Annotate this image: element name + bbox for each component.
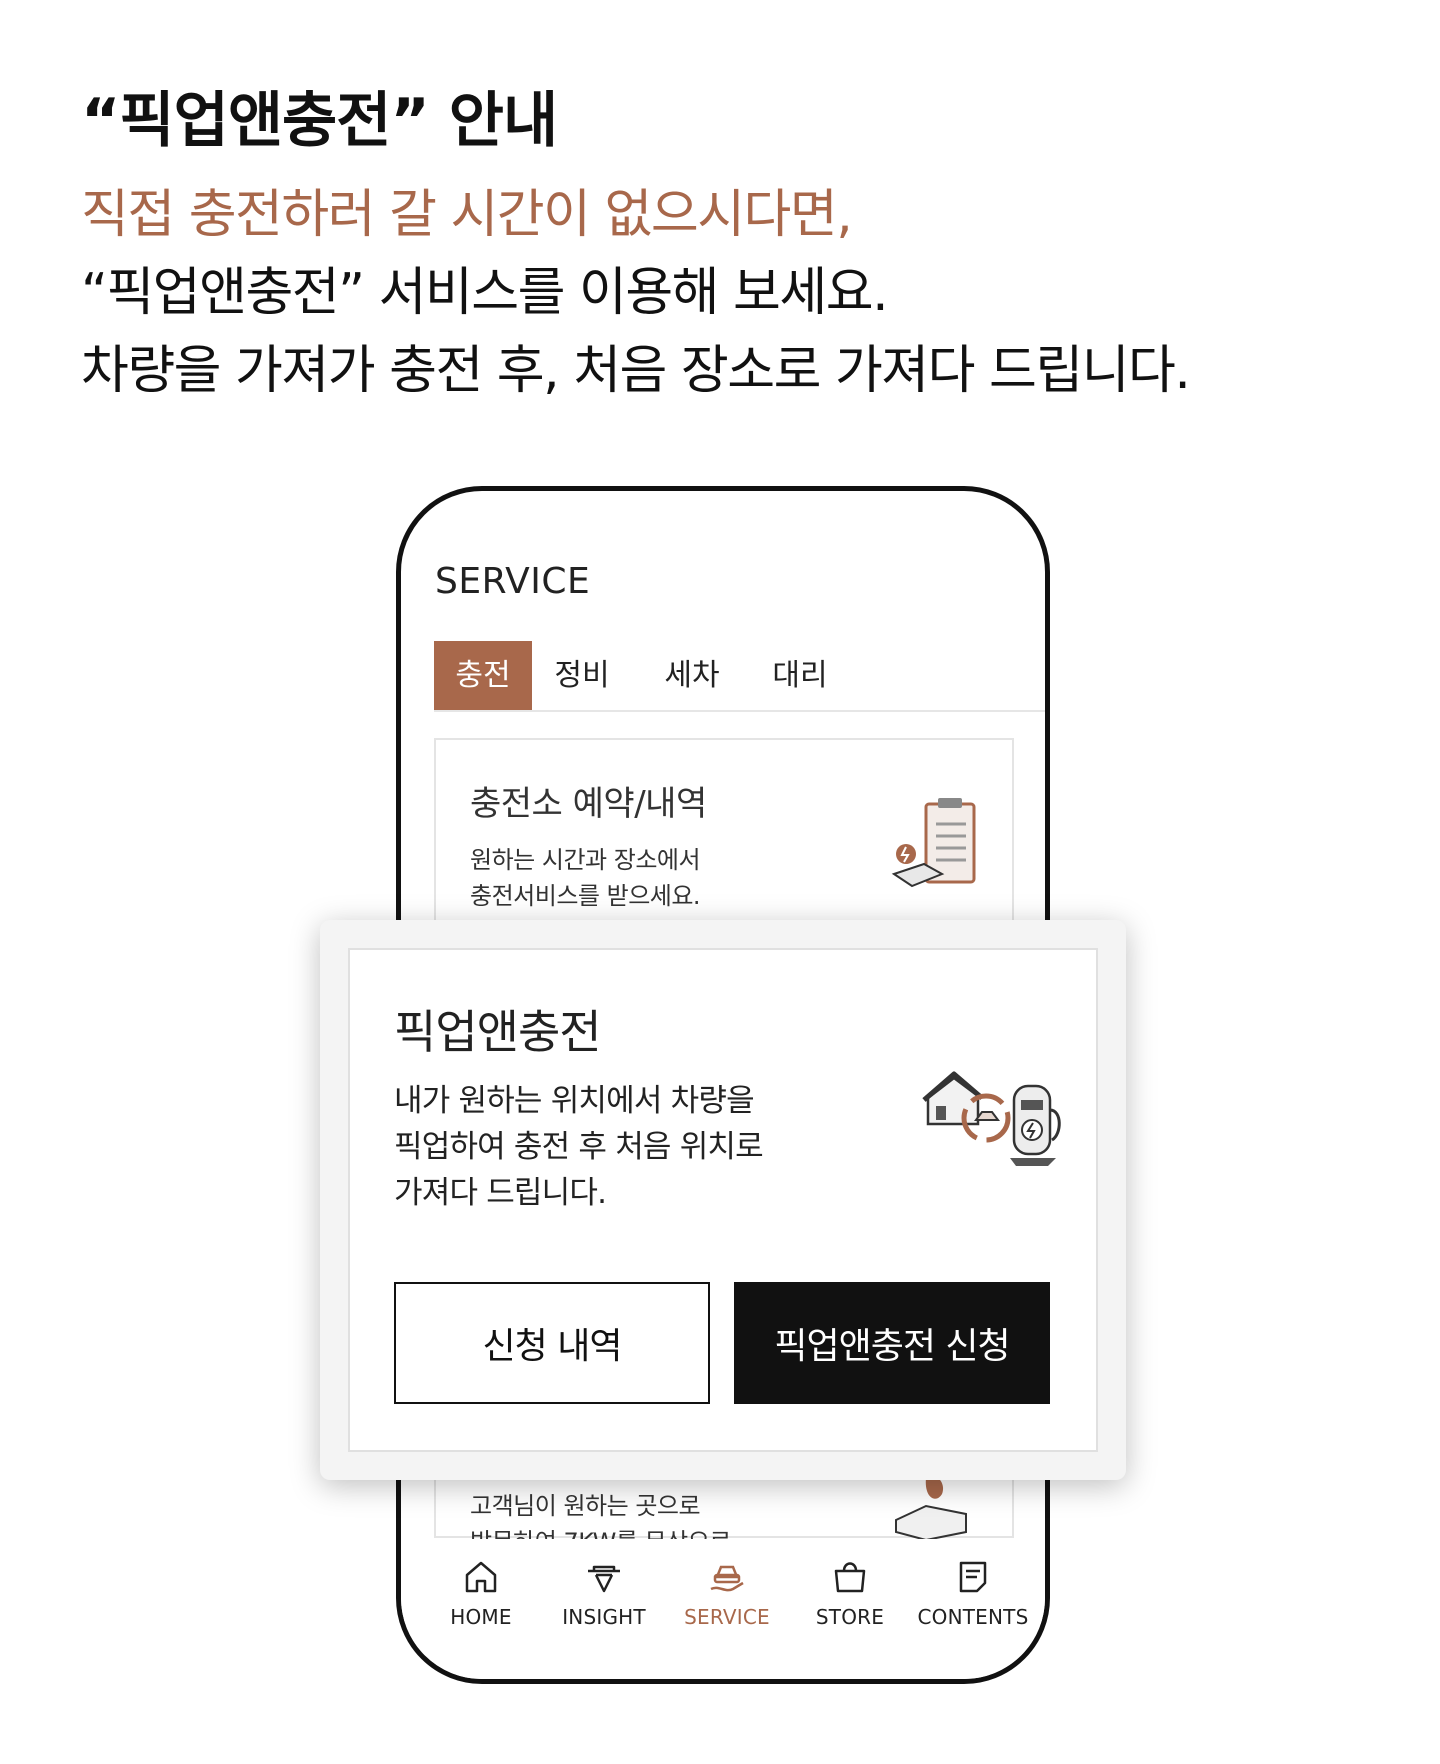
service-tabs: 충전 정비 세차 대리 [434, 641, 1045, 712]
tab-charge[interactable]: 충전 [434, 641, 532, 710]
pickup-charge-illustration [922, 1071, 1061, 1166]
intro-line-2: “픽업앤충전” 서비스를 이용해 보세요. [81, 263, 889, 323]
card-desc-line: 원하는 시간과 장소에서 [470, 846, 701, 874]
tab-carwash[interactable]: 세차 [644, 641, 740, 710]
nav-service[interactable]: SERVICE [667, 1557, 787, 1629]
intro-text: 직접 충전하러 갈 시간이 없으시다면, “픽업앤충전” 서비스를 이용해 보세… [81, 176, 1191, 410]
nav-store[interactable]: STORE [790, 1557, 910, 1629]
nav-label-store: STORE [815, 1605, 885, 1629]
nav-insight[interactable]: INSIGHT [544, 1557, 664, 1629]
store-icon [834, 1562, 866, 1593]
card-desc-line: 충전서비스를 받으세요. [470, 882, 701, 910]
popup-desc-line: 가져다 드립니다. [394, 1175, 607, 1211]
tab-valet[interactable]: 대리 [752, 641, 848, 710]
popup-desc-line: 내가 원하는 위치에서 차량을 [394, 1083, 755, 1119]
service-icon [710, 1565, 744, 1592]
page-heading: “픽업앤충전” 안내 [81, 86, 558, 156]
nav-label-home: HOME [450, 1605, 512, 1629]
home-icon [465, 1561, 497, 1593]
tab-maintenance[interactable]: 정비 [534, 641, 630, 710]
reservation-illustration [891, 798, 976, 888]
nav-label-insight: INSIGHT [562, 1605, 646, 1629]
pickup-charge-apply-button[interactable]: 픽업앤충전 신청 [734, 1282, 1050, 1404]
mobile-charge-illustration [895, 1476, 967, 1540]
card-desc-line: 고객님이 원하는 곳으로 [470, 1492, 701, 1520]
nav-home[interactable]: HOME [421, 1557, 541, 1629]
card-desc-reservation: 원하는 시간과 장소에서 충전서비스를 받으세요. [470, 842, 701, 914]
popup-desc-line: 픽업하여 충전 후 처음 위치로 [394, 1129, 764, 1165]
popup-description: 내가 원하는 위치에서 차량을 픽업하여 충전 후 처음 위치로 가져다 드립니… [394, 1078, 764, 1216]
app-title: SERVICE [435, 561, 591, 602]
application-history-button[interactable]: 신청 내역 [394, 1282, 710, 1404]
popup-title: 픽업앤충전 [394, 1005, 602, 1059]
intro-line-1: 직접 충전하러 갈 시간이 없으시다면, [81, 185, 853, 245]
nav-label-service: SERVICE [684, 1605, 770, 1629]
nav-contents[interactable]: CONTENTS [913, 1557, 1033, 1629]
contents-icon [959, 1561, 987, 1593]
card-title-reservation[interactable]: 충전소 예약/내역 [470, 776, 707, 825]
popup-card: 픽업앤충전 내가 원하는 위치에서 차량을 픽업하여 충전 후 처음 위치로 가… [348, 948, 1098, 1452]
nav-label-contents: CONTENTS [917, 1605, 1029, 1629]
pickup-charge-popup: 픽업앤충전 내가 원하는 위치에서 차량을 픽업하여 충전 후 처음 위치로 가… [320, 920, 1126, 1480]
intro-line-3: 차량을 가져가 충전 후, 처음 장소로 가져다 드립니다. [81, 341, 1191, 401]
bottom-navigation: HOME INSIGHT SERVICE STORE CONTENTS [401, 1539, 1045, 1679]
insight-icon [588, 1565, 620, 1593]
